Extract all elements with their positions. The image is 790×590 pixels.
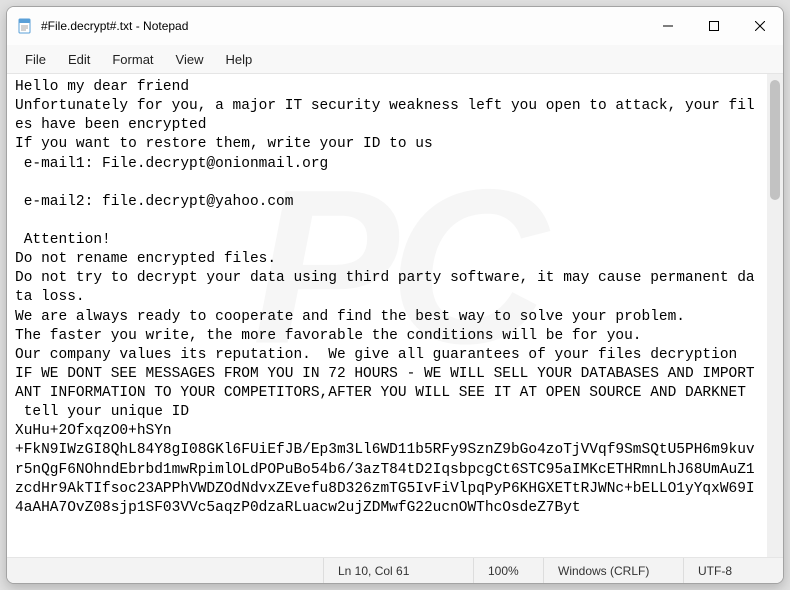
close-button[interactable] xyxy=(737,7,783,45)
status-line-ending: Windows (CRLF) xyxy=(543,558,683,583)
menubar: File Edit Format View Help xyxy=(7,45,783,73)
maximize-button[interactable] xyxy=(691,7,737,45)
window-controls xyxy=(645,7,783,45)
menu-edit[interactable]: Edit xyxy=(58,49,100,70)
menu-view[interactable]: View xyxy=(166,49,214,70)
statusbar: Ln 10, Col 61 100% Windows (CRLF) UTF-8 xyxy=(7,558,783,583)
notepad-app-icon xyxy=(17,18,33,34)
menu-format[interactable]: Format xyxy=(102,49,163,70)
scrollbar-thumb[interactable] xyxy=(770,80,780,200)
minimize-button[interactable] xyxy=(645,7,691,45)
menu-help[interactable]: Help xyxy=(215,49,262,70)
window-title: #File.decrypt#.txt - Notepad xyxy=(41,19,645,33)
menu-file[interactable]: File xyxy=(15,49,56,70)
notepad-window: #File.decrypt#.txt - Notepad File Edit F… xyxy=(6,6,784,584)
status-zoom: 100% xyxy=(473,558,543,583)
text-content[interactable]: Hello my dear friend Unfortunately for y… xyxy=(7,74,767,557)
vertical-scrollbar[interactable] xyxy=(767,74,783,557)
status-position: Ln 10, Col 61 xyxy=(323,558,473,583)
titlebar[interactable]: #File.decrypt#.txt - Notepad xyxy=(7,7,783,45)
editor-area: Hello my dear friend Unfortunately for y… xyxy=(7,73,783,558)
status-encoding: UTF-8 xyxy=(683,558,783,583)
